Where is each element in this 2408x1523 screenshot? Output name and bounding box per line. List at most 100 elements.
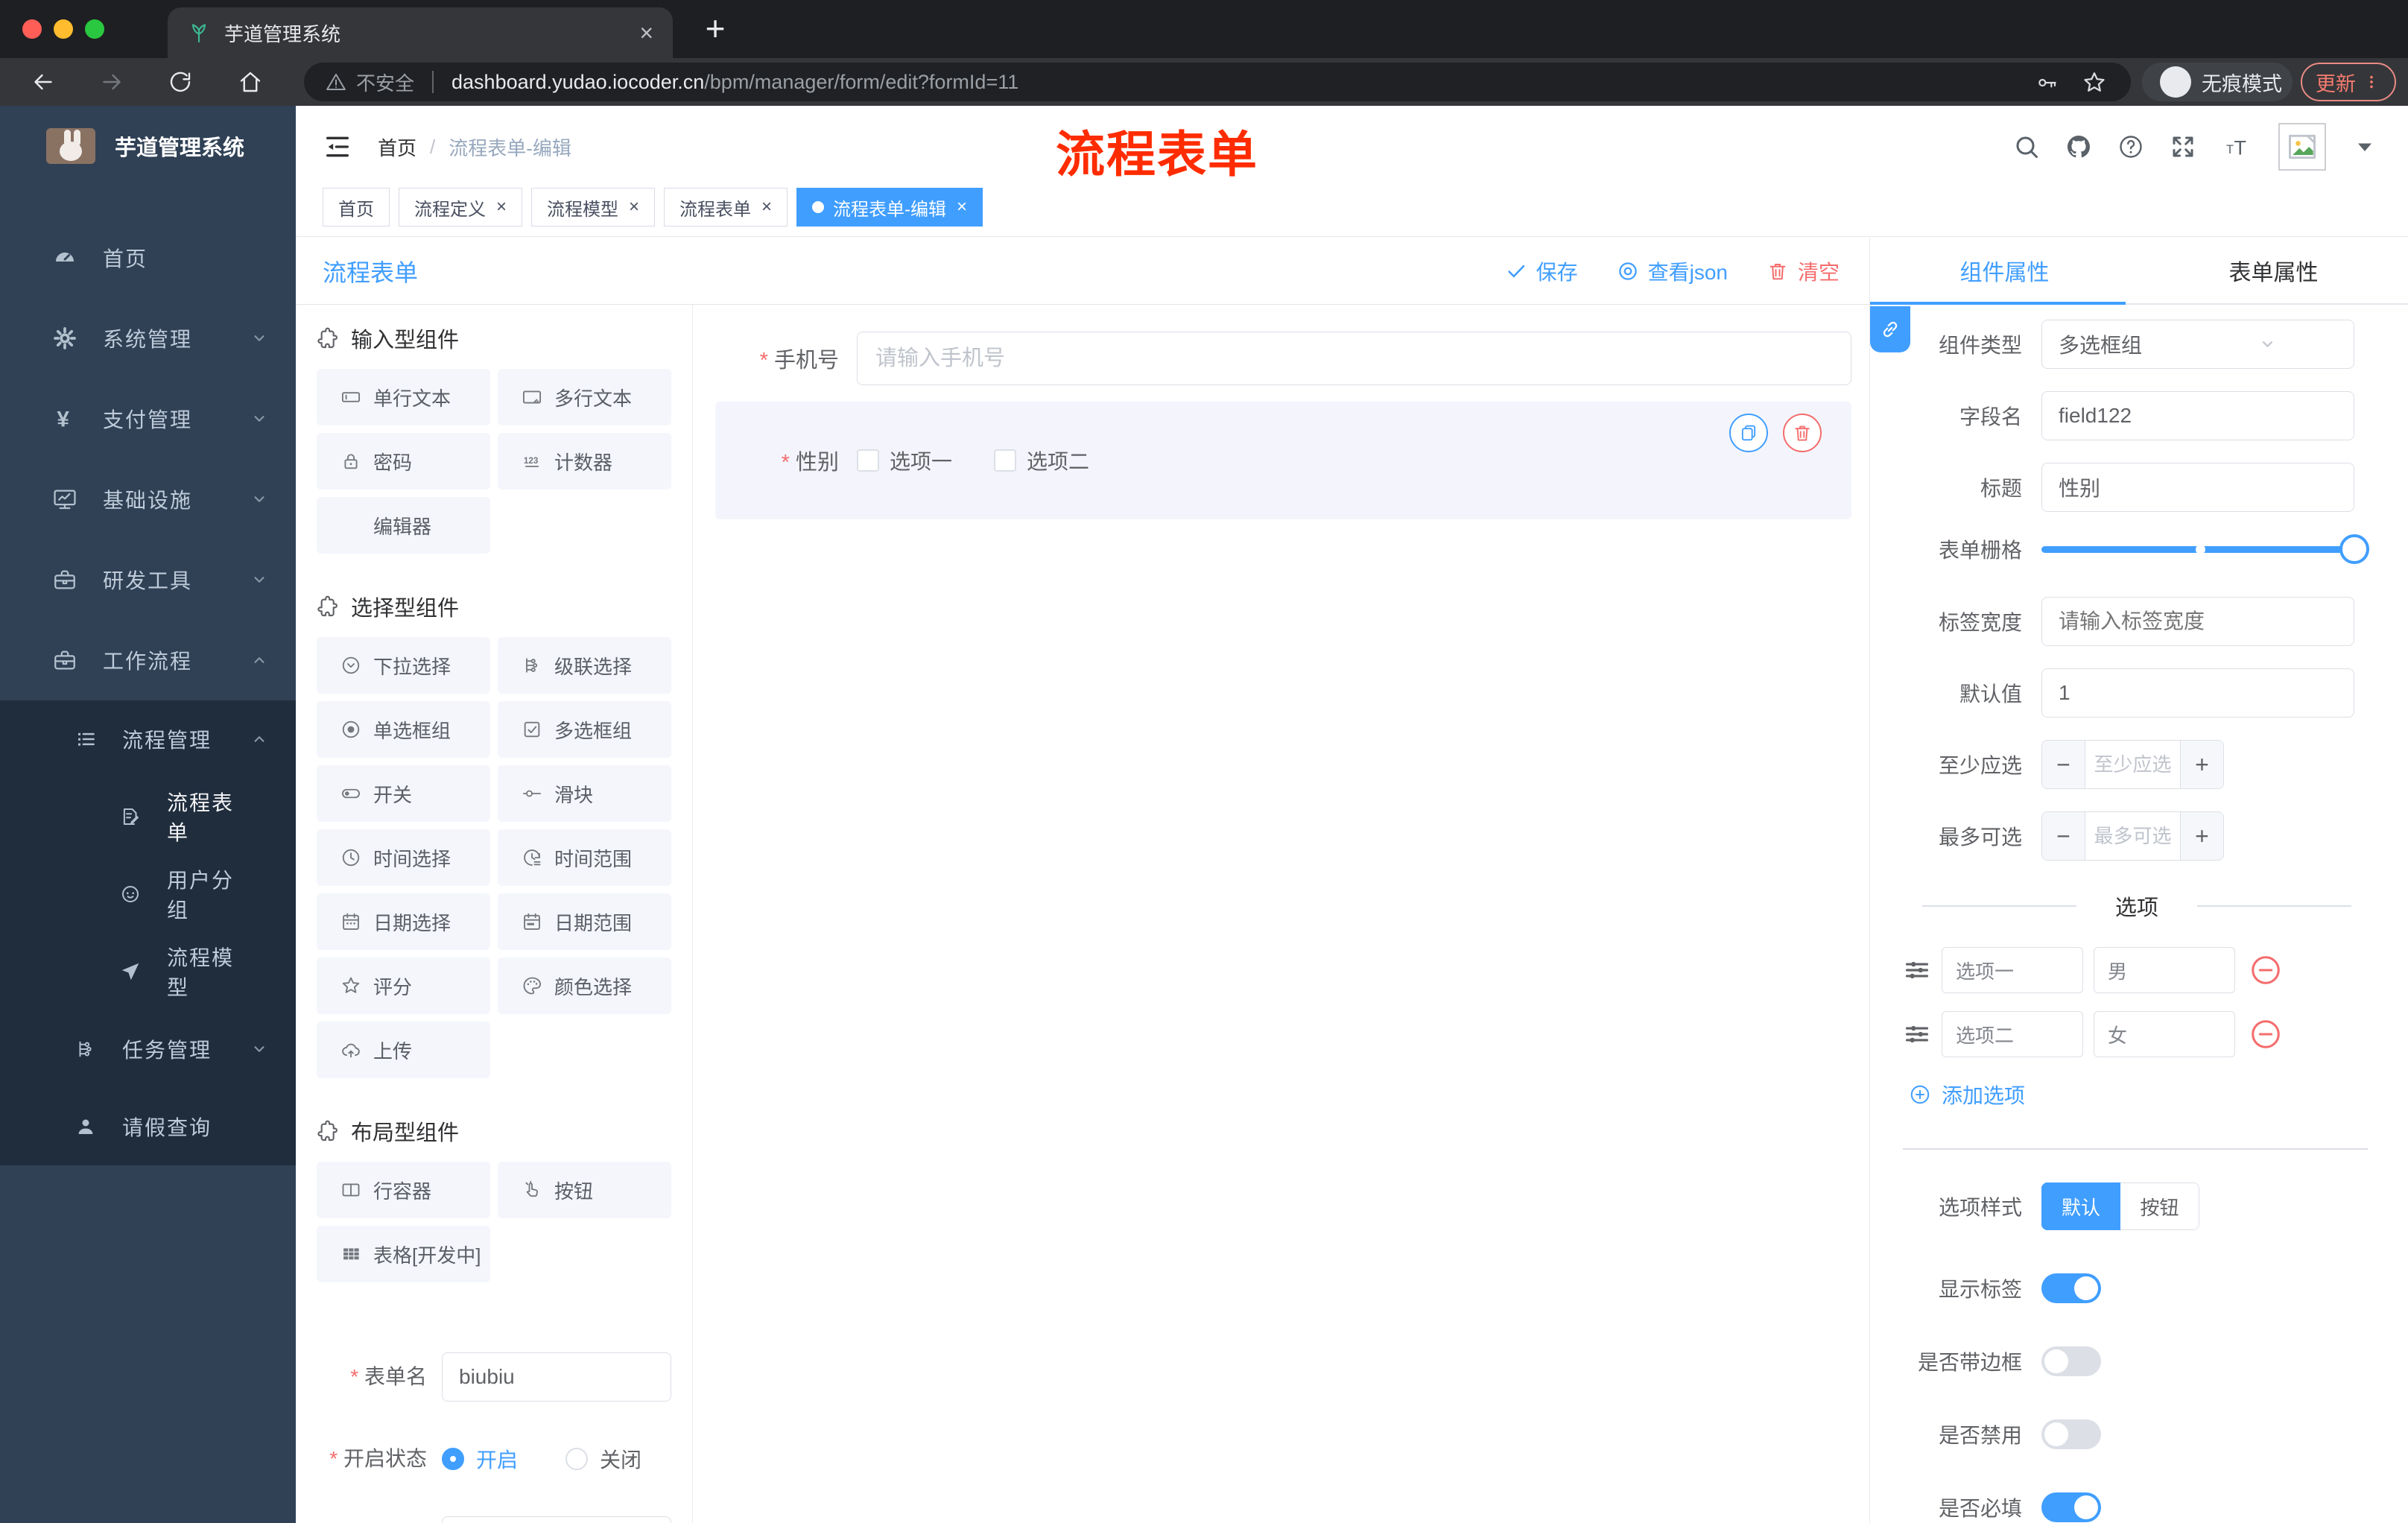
- phone-field[interactable]: 手机号: [715, 332, 1851, 385]
- option-value-input[interactable]: [2094, 1011, 2235, 1057]
- palette-component[interactable]: 单行文本: [317, 369, 490, 425]
- palette-component[interactable]: 颜色选择: [498, 957, 671, 1014]
- forward-icon[interactable]: [98, 69, 125, 95]
- avatar[interactable]: [2278, 123, 2326, 171]
- view-json-button[interactable]: 查看json: [1617, 256, 1728, 286]
- form-name-input[interactable]: [442, 1352, 671, 1402]
- sidebar-subitem[interactable]: 流程表单: [0, 778, 296, 855]
- palette-component[interactable]: 评分: [317, 957, 490, 1014]
- avatar-caret-icon[interactable]: [2351, 133, 2378, 160]
- segment-button[interactable]: 按钮: [2120, 1182, 2199, 1230]
- view-tab[interactable]: 首页 ×: [323, 188, 390, 227]
- form-canvas[interactable]: 手机号 性别: [693, 305, 1869, 1523]
- remove-option-icon[interactable]: [2249, 1017, 2283, 1051]
- tab-form-props[interactable]: 表单属性: [2139, 238, 2408, 303]
- browser-menu-icon[interactable]: [2363, 71, 2380, 93]
- sidebar-item[interactable]: 基础设施: [0, 459, 296, 539]
- breadcrumb-home[interactable]: 首页: [378, 133, 416, 161]
- palette-component[interactable]: 上传: [317, 1022, 490, 1078]
- field-name-input[interactable]: [2041, 391, 2354, 440]
- tab-component-props[interactable]: 组件属性: [1870, 238, 2139, 303]
- segment-button[interactable]: 默认: [2041, 1182, 2120, 1230]
- home-icon[interactable]: [237, 69, 264, 95]
- duplicate-component-button[interactable]: [1729, 414, 1768, 452]
- sidebar-item[interactable]: 首页: [0, 218, 296, 298]
- delete-component-button[interactable]: [1783, 414, 1822, 452]
- bookmark-star-icon[interactable]: [2082, 70, 2107, 95]
- add-option-button[interactable]: 添加选项: [1909, 1080, 2378, 1109]
- help-icon[interactable]: [2117, 133, 2144, 160]
- sidebar-item[interactable]: 系统管理: [0, 298, 296, 379]
- window-zoom-button[interactable]: [85, 19, 104, 39]
- palette-component[interactable]: 时间选择: [317, 829, 490, 886]
- sidebar-subitem[interactable]: 流程管理: [0, 700, 296, 778]
- palette-component[interactable]: 表格[开发中]: [317, 1226, 490, 1282]
- option-name-input[interactable]: [1942, 1011, 2083, 1057]
- window-close-button[interactable]: [22, 19, 42, 39]
- view-tab[interactable]: 流程模型 ×: [531, 188, 656, 227]
- view-tab-close-icon[interactable]: ×: [957, 197, 967, 218]
- drag-handle-icon[interactable]: [1903, 956, 1931, 984]
- stepper-plus-button[interactable]: +: [2180, 812, 2223, 860]
- view-tab-close-icon[interactable]: ×: [629, 197, 639, 218]
- remark-textarea[interactable]: 嘿嘿: [442, 1516, 671, 1523]
- back-icon[interactable]: [30, 69, 57, 95]
- toggle-switch[interactable]: [2041, 1346, 2101, 1376]
- palette-component[interactable]: 编辑器: [317, 497, 490, 554]
- clear-button[interactable]: 清空: [1767, 256, 1840, 286]
- gender-checkbox-option[interactable]: 选项一: [857, 446, 952, 475]
- palette-component[interactable]: 日期范围: [498, 893, 671, 950]
- sidebar-subitem[interactable]: 任务管理: [0, 1010, 296, 1088]
- view-tab[interactable]: 流程表单 ×: [664, 188, 788, 227]
- reload-icon[interactable]: [167, 69, 194, 95]
- fullscreen-icon[interactable]: [2170, 133, 2196, 160]
- checkbox-icon[interactable]: [994, 449, 1017, 472]
- stepper-minus-button[interactable]: −: [2042, 741, 2085, 788]
- default-value-input[interactable]: [2041, 668, 2354, 718]
- toggle-switch[interactable]: [2041, 1419, 2101, 1449]
- view-tab[interactable]: 流程表单-编辑 ×: [796, 188, 983, 227]
- toggle-switch[interactable]: [2041, 1273, 2101, 1303]
- tab-close-icon[interactable]: ×: [639, 19, 653, 47]
- sidebar-logo[interactable]: 芋道管理系统: [0, 106, 296, 186]
- github-icon[interactable]: [2065, 133, 2092, 160]
- insecure-warning-icon[interactable]: [325, 71, 347, 93]
- view-tab-close-icon[interactable]: ×: [496, 197, 507, 218]
- gender-checkbox-option[interactable]: 选项二: [994, 446, 1089, 475]
- toggle-switch[interactable]: [2041, 1492, 2101, 1522]
- stepper-minus-button[interactable]: −: [2042, 812, 2085, 860]
- remove-option-icon[interactable]: [2249, 953, 2283, 987]
- palette-component[interactable]: 多行文本: [498, 369, 671, 425]
- save-button[interactable]: 保存: [1505, 256, 1578, 286]
- palette-component[interactable]: 计数器: [498, 433, 671, 490]
- sidebar-subitem[interactable]: 用户分组: [0, 855, 296, 933]
- grid-slider[interactable]: [2041, 534, 2369, 564]
- status-radio[interactable]: 开启: [442, 1444, 518, 1474]
- browser-tab[interactable]: 芋道管理系统 ×: [168, 7, 673, 58]
- palette-component[interactable]: 密码: [317, 433, 490, 490]
- title-input[interactable]: [2041, 463, 2354, 512]
- min-checked-input[interactable]: [2085, 741, 2180, 788]
- checkbox-icon[interactable]: [857, 449, 879, 472]
- status-radio[interactable]: 关闭: [565, 1444, 641, 1474]
- sidebar-subitem[interactable]: 请假查询: [0, 1088, 296, 1165]
- view-tab[interactable]: 流程定义 ×: [399, 188, 523, 227]
- sidebar-subitem[interactable]: 流程模型: [0, 933, 296, 1010]
- comp-type-select[interactable]: 多选框组: [2041, 320, 2354, 369]
- update-button[interactable]: 更新: [2301, 63, 2396, 101]
- view-tab-close-icon[interactable]: ×: [761, 197, 772, 218]
- sidebar-item[interactable]: 工作流程: [0, 620, 296, 700]
- palette-component[interactable]: 滑块: [498, 765, 671, 822]
- password-key-icon[interactable]: [2035, 71, 2059, 95]
- new-tab-button[interactable]: +: [699, 11, 732, 46]
- font-size-icon[interactable]: [2222, 133, 2253, 160]
- window-minimize-button[interactable]: [54, 19, 73, 39]
- max-checked-input[interactable]: [2085, 812, 2180, 860]
- palette-component[interactable]: 时间范围: [498, 829, 671, 886]
- palette-component[interactable]: 开关: [317, 765, 490, 822]
- phone-input[interactable]: [857, 332, 1851, 385]
- address-bar[interactable]: 不安全 dashboard.yudao.iocoder.cn /bpm/mana…: [304, 63, 2131, 101]
- sidebar-item[interactable]: 支付管理: [0, 379, 296, 459]
- selected-component[interactable]: 性别 选项一: [715, 402, 1851, 519]
- label-width-input[interactable]: [2041, 597, 2354, 646]
